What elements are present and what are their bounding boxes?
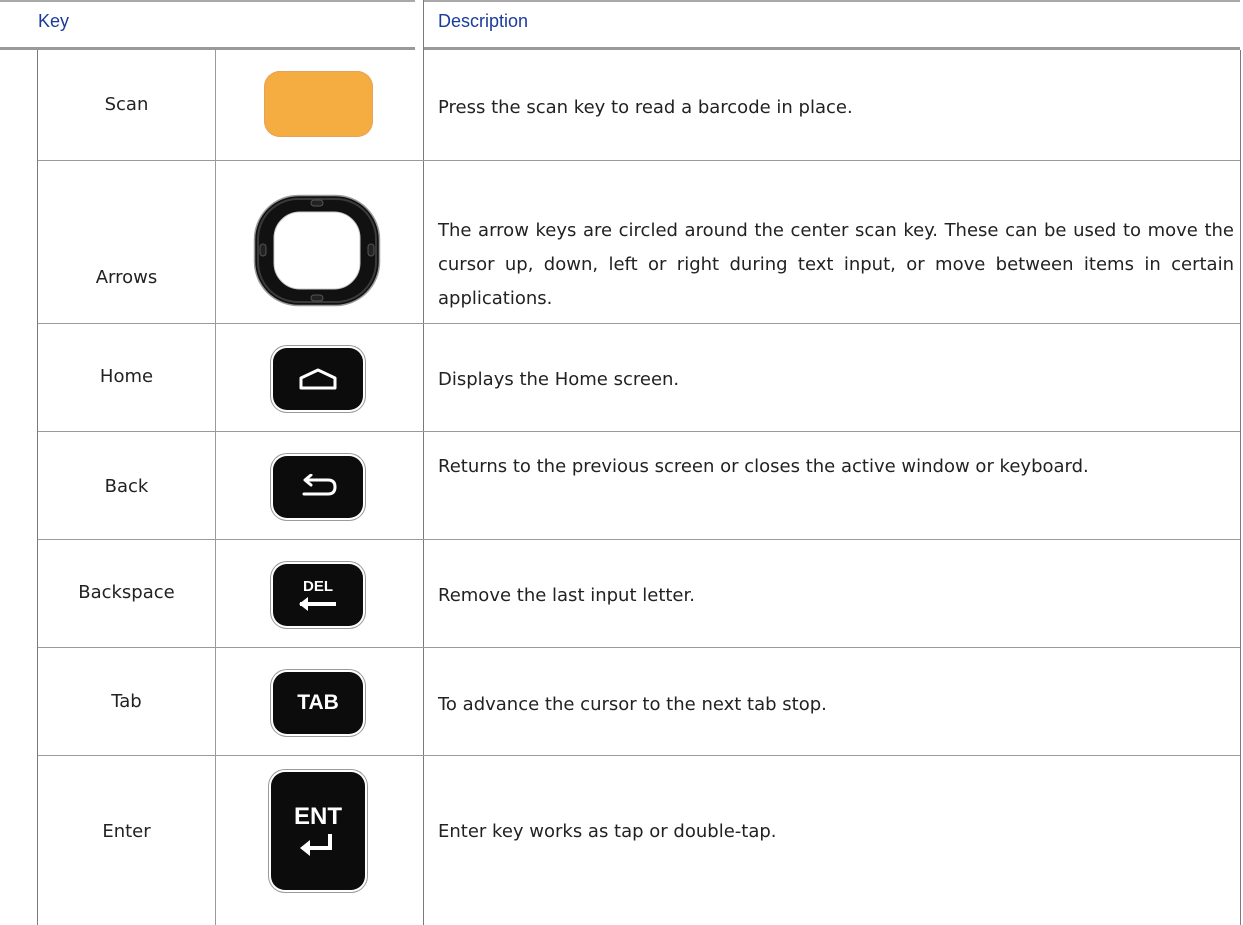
row-separator [38, 647, 1240, 648]
key-description: Displays the Home screen. [438, 369, 680, 390]
header-key-label: Key [38, 11, 70, 31]
key-label: TAB [297, 691, 339, 714]
header-bottom-rule [424, 47, 1240, 50]
row-separator [38, 755, 1240, 756]
header-description-label: Description [438, 11, 529, 31]
orange-scan-key-icon [264, 71, 373, 137]
del-key-icon: DEL [273, 564, 363, 626]
key-name: Enter [102, 821, 151, 842]
key-description: Press the scan key to read a barcode in … [438, 97, 853, 118]
header-top-rule [424, 0, 1240, 2]
row-separator [38, 323, 1240, 324]
tab-key-icon: TAB [273, 672, 363, 734]
row-separator [38, 160, 1240, 161]
header-description-cell: Description [424, 0, 1240, 50]
key-name: Backspace [78, 582, 175, 603]
key-label: ENT [294, 803, 342, 830]
arrow-ring-key-icon [253, 194, 381, 307]
key-name: Scan [104, 94, 149, 115]
row-separator [38, 431, 1240, 432]
key-name: Arrows [95, 267, 158, 288]
header-top-rule [0, 0, 415, 2]
table-divider-key-description [423, 0, 424, 925]
home-key-icon [273, 348, 363, 410]
key-label: DEL [303, 577, 333, 595]
key-description: Remove the last input letter. [438, 585, 695, 606]
key-description: To advance the cursor to the next tab st… [438, 694, 827, 715]
back-key-icon [273, 456, 363, 518]
key-name: Tab [111, 691, 142, 712]
key-name: Home [99, 366, 154, 387]
key-description: The arrow keys are circled around the ce… [438, 220, 1234, 309]
table-border-right [1240, 50, 1241, 925]
table-divider-name-icon [215, 50, 216, 925]
ent-key-icon: ENT [271, 772, 365, 890]
key-description: Enter key works as tap or double-tap. [438, 821, 777, 842]
row-separator [38, 539, 1240, 540]
key-name: Back [104, 476, 149, 497]
header-key-cell: Key [0, 0, 415, 50]
header-bottom-rule [0, 47, 415, 50]
key-description: Returns to the previous screen or closes… [438, 456, 1089, 477]
